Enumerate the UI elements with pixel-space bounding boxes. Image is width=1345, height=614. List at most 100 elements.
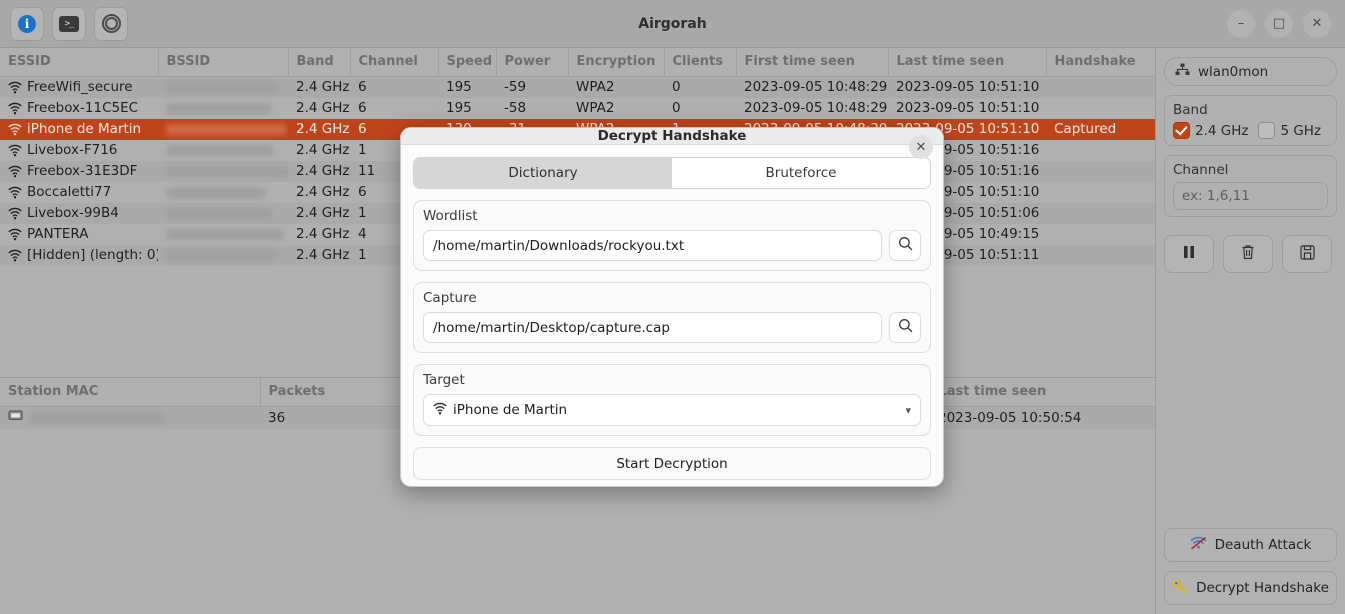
save-button[interactable] [1282, 235, 1332, 273]
wordlist-label: Wordlist [423, 208, 478, 224]
ap-last-cell: 2023-09-05 10:51:10 [896, 79, 1040, 95]
ap-column-header[interactable]: BSSID [158, 48, 289, 77]
ap-first-cell: 2023-09-05 10:48:29 [744, 100, 888, 116]
ap-first-cell: 2023-09-05 10:48:29 [744, 79, 888, 95]
ap-bssid-cell [158, 98, 288, 119]
target-group: Target iPhone de Martin ▾ [413, 364, 931, 436]
ap-column-header[interactable]: First time seen [736, 48, 889, 77]
wifi-icon [8, 123, 22, 136]
ap-essid-label: Livebox-99B4 [27, 205, 119, 221]
ap-column-header[interactable]: Handshake [1046, 48, 1155, 77]
minimize-button[interactable]: – [1227, 9, 1255, 38]
table-row[interactable]: FreeWifi_secure 2.4 GHz 6 195 -59 WPA2 0 2023-0… [0, 76, 1155, 98]
wordlist-browse-button[interactable] [889, 230, 921, 261]
start-decryption-button[interactable]: Start Decryption [413, 447, 931, 480]
band-option-5[interactable]: 5 GHz [1258, 122, 1321, 139]
capture-input[interactable] [423, 312, 882, 343]
terminal-button[interactable]: >_ [52, 6, 86, 41]
pause-button[interactable] [1164, 235, 1214, 273]
ap-encryption-cell: WPA2 [576, 79, 615, 95]
toolbar: i >_ [0, 6, 128, 41]
band-option-5-label: 5 GHz [1280, 122, 1322, 139]
floppy-icon [1299, 244, 1315, 264]
wordlist-input[interactable] [423, 230, 882, 261]
wifi-icon [433, 402, 447, 419]
tab-bruteforce[interactable]: Bruteforce [672, 158, 930, 188]
capture-label: Capture [423, 290, 477, 306]
capture-browse-button[interactable] [889, 312, 921, 343]
deauth-attack-button[interactable]: Deauth Attack [1164, 528, 1337, 562]
ap-encryption-cell: WPA2 [576, 100, 615, 116]
scan-button[interactable] [94, 6, 128, 41]
ap-essid-label: [Hidden] (length: 0) [27, 247, 158, 263]
capture-row [423, 312, 921, 343]
ap-essid-cell: [Hidden] (length: 0) [0, 245, 158, 266]
ap-speed-cell: 195 [446, 100, 472, 116]
wordlist-group: Wordlist [413, 200, 931, 271]
ap-column-header[interactable]: Last time seen [888, 48, 1047, 77]
close-button[interactable]: ✕ [1303, 9, 1331, 38]
target-select[interactable]: iPhone de Martin ▾ [423, 394, 921, 426]
interface-selector[interactable]: wlan0mon [1164, 57, 1337, 86]
ap-handshake-cell [1046, 161, 1155, 182]
wifi-icon [8, 144, 22, 157]
dialog-close-icon[interactable]: ✕ [909, 135, 933, 159]
dialog-title: Decrypt Handshake [597, 128, 747, 144]
ap-last-cell: 2023-09-05 10:51:10 [896, 100, 1040, 116]
wifi-icon [8, 165, 22, 178]
ap-column-header[interactable]: ESSID [0, 48, 159, 77]
ap-power-cell: -58 [504, 100, 527, 116]
redacted-bssid [166, 165, 288, 177]
ap-column-header[interactable]: Encryption [568, 48, 665, 77]
ap-column-header[interactable]: Channel [350, 48, 439, 77]
device-icon [8, 409, 24, 427]
chevron-down-icon: ▾ [905, 403, 911, 417]
station-mac-cell [0, 407, 260, 430]
ap-band-cell: 2.4 GHz [296, 79, 350, 95]
station-column-header[interactable]: Last time seen [930, 378, 1155, 407]
ap-band-cell: 2.4 GHz [288, 119, 350, 140]
wifi-icon [8, 102, 22, 115]
ap-essid-label: Freebox-31E3DF [27, 163, 138, 179]
ap-column-header[interactable]: Power [496, 48, 569, 77]
ap-speed-cell: 195 [446, 79, 472, 95]
ap-column-header[interactable]: Speed [438, 48, 497, 77]
ap-essid-cell: Boccaletti77 [0, 182, 158, 203]
checkbox-24ghz[interactable] [1173, 122, 1190, 139]
ap-bssid-cell [158, 224, 288, 245]
ap-column-header[interactable]: Band [288, 48, 351, 77]
clear-button[interactable] [1223, 235, 1273, 273]
ap-handshake-cell [1046, 203, 1155, 224]
key-icon [1172, 578, 1188, 598]
wifi-icon [8, 207, 22, 220]
station-column-header[interactable]: Station MAC [0, 378, 261, 407]
checkbox-5ghz[interactable] [1258, 122, 1276, 139]
band-options: 2.4 GHz 5 GHz [1173, 122, 1328, 139]
redacted-bssid [166, 186, 266, 198]
tab-dictionary[interactable]: Dictionary [414, 158, 672, 188]
info-button[interactable]: i [10, 6, 44, 41]
redacted-bssid [166, 249, 276, 261]
band-option-24[interactable]: 2.4 GHz [1173, 122, 1248, 139]
channel-input[interactable] [1173, 182, 1328, 210]
interface-name: wlan0mon [1198, 63, 1269, 80]
table-row[interactable]: Freebox-11C5EC 2.4 GHz 6 195 -58 WPA2 0 2023-09… [0, 98, 1155, 119]
band-option-24-label: 2.4 GHz [1195, 122, 1249, 139]
ap-bssid-cell [158, 161, 288, 182]
wordlist-row [423, 230, 921, 261]
window-title: Airgorah [638, 15, 707, 32]
network-icon [1175, 63, 1190, 80]
deauth-attack-label: Deauth Attack [1214, 537, 1312, 553]
ap-column-header[interactable]: Clients [664, 48, 737, 77]
maximize-button[interactable]: □ [1265, 9, 1293, 38]
band-label: Band [1173, 102, 1208, 118]
decrypt-handshake-button[interactable]: Decrypt Handshake [1164, 571, 1337, 605]
redacted-bssid [166, 144, 274, 156]
wifi-icon [8, 228, 22, 241]
wifi-icon [8, 249, 22, 262]
ap-bssid-cell [158, 245, 288, 266]
target-icon [101, 14, 121, 33]
ap-band-cell: 2.4 GHz [296, 226, 350, 242]
ap-essid-label: Boccaletti77 [27, 184, 112, 200]
